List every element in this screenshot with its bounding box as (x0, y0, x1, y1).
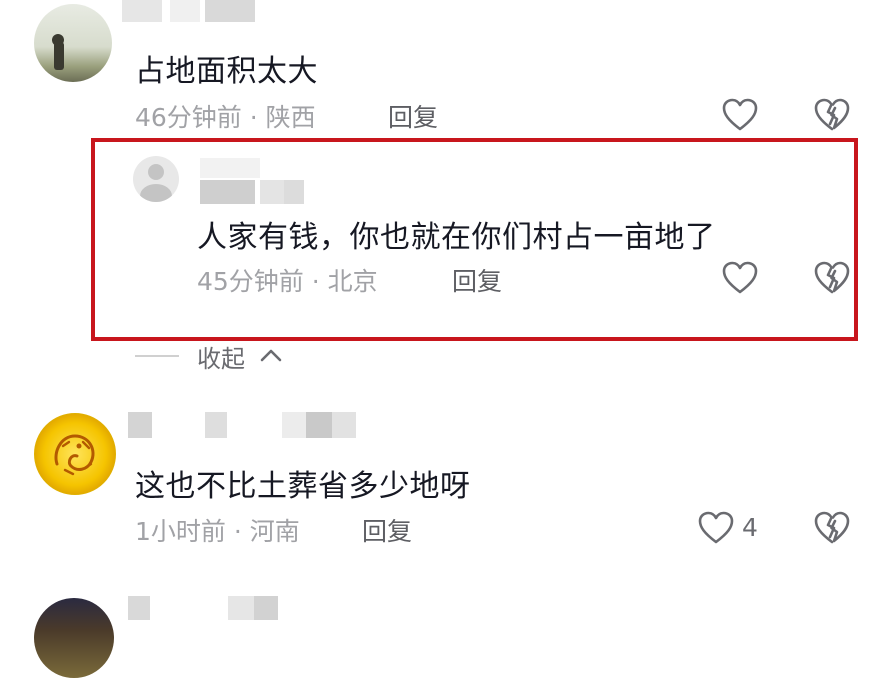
collapse-label: 收起 (197, 345, 245, 373)
user-avatar[interactable] (34, 413, 116, 495)
comment-item-1: 占地面积太大 46分钟前 · 陕西 回复 (0, 0, 887, 140)
collapse-replies[interactable]: 收起 (135, 338, 305, 373)
avatar-head (148, 164, 164, 180)
username-blurred[interactable] (122, 0, 162, 22)
username-blurred (205, 0, 255, 22)
avatar-figure (54, 42, 64, 70)
reply-button[interactable]: 回复 (388, 98, 438, 134)
username-blurred[interactable] (128, 596, 150, 620)
heart-outline-icon[interactable] (698, 511, 734, 545)
username-blurred (228, 596, 254, 620)
username-blurred (282, 412, 306, 438)
user-avatar[interactable] (34, 598, 114, 678)
username-blurred[interactable] (200, 158, 260, 178)
comment-meta: 46分钟前 · 陕西 (135, 103, 316, 132)
broken-heart-icon[interactable] (813, 261, 851, 295)
heart-outline-icon[interactable] (722, 98, 758, 132)
comment-item-3: 这也不比土葬省多少地呀 1小时前 · 河南 回复 4 (0, 400, 887, 570)
default-avatar-icon[interactable] (133, 156, 179, 202)
username-blurred (205, 412, 227, 438)
heart-outline-icon[interactable] (722, 261, 758, 295)
comment-meta: 1小时前 · 河南 (135, 517, 300, 546)
username-blurred (200, 180, 255, 204)
username-blurred[interactable] (128, 412, 152, 438)
username-blurred (332, 412, 356, 438)
comment-meta: 45分钟前 · 北京 (197, 267, 378, 296)
comment-text: 人家有钱，你也就在你们村占一亩地了 (197, 220, 716, 255)
username-blurred (284, 180, 304, 204)
reply-button[interactable]: 回复 (362, 512, 412, 548)
comment-text: 占地面积太大 (135, 54, 318, 89)
username-blurred (254, 596, 278, 620)
chevron-up-icon (260, 349, 282, 362)
like-count: 4 (742, 513, 758, 542)
comment-item-4 (0, 590, 887, 678)
avatar-body (140, 184, 172, 202)
user-avatar[interactable] (34, 4, 112, 82)
collapse-divider (135, 355, 179, 357)
reply-button[interactable]: 回复 (452, 262, 502, 298)
comment-text: 这也不比土葬省多少地呀 (135, 469, 471, 504)
username-blurred (306, 412, 332, 438)
username-blurred (170, 0, 200, 22)
avatar-figure-head (52, 34, 64, 46)
broken-heart-icon[interactable] (813, 98, 851, 132)
dragon-emblem-icon (54, 434, 95, 476)
username-blurred (260, 180, 284, 204)
comment-item-2: 人家有钱，你也就在你们村占一亩地了 45分钟前 · 北京 回复 (0, 140, 887, 340)
broken-heart-icon[interactable] (813, 511, 851, 545)
